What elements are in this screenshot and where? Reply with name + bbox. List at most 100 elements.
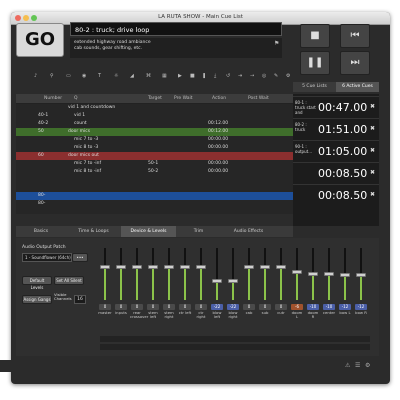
list-icon[interactable]: ☰ [355, 362, 360, 369]
tab-device-levels[interactable]: Device & Levels [121, 226, 176, 237]
header-post-wait[interactable]: Post Wait [248, 96, 269, 101]
start-cue-icon[interactable]: ▶ [178, 73, 182, 79]
fader-knob[interactable] [356, 273, 366, 277]
channel-fader[interactable] [276, 248, 286, 300]
audio-cue-icon[interactable]: ♪ [34, 73, 37, 79]
tab-basics[interactable]: Basics [16, 226, 66, 237]
memo-cue-icon[interactable]: ✎ [274, 73, 278, 79]
channel-fader[interactable] [116, 248, 126, 300]
header-q[interactable]: Q [74, 96, 78, 101]
warning-icon[interactable]: ⚠ [345, 362, 350, 369]
fader-knob[interactable] [308, 272, 318, 276]
tab-active-cues[interactable]: 6 Active Cues [336, 82, 379, 92]
table-row[interactable] [16, 184, 293, 192]
fader-knob[interactable] [276, 265, 286, 269]
fader-knob[interactable] [228, 279, 238, 283]
active-cue[interactable]: 80-2 : truck 01:51.00 ✖ [293, 118, 379, 141]
header-target[interactable]: Target [148, 96, 162, 101]
active-cue[interactable]: 80-1 : truck start and 00:47.00 ✖ [293, 96, 379, 119]
close-icon[interactable]: ✖ [370, 147, 375, 154]
flag-icon[interactable]: ⚑ [274, 40, 279, 47]
fader-knob[interactable] [132, 265, 142, 269]
channel-fader[interactable] [292, 248, 302, 300]
light-cue-icon[interactable]: ☼ [114, 73, 118, 79]
table-row[interactable]: 50 door mics 00:12.00 [16, 128, 293, 136]
mic-cue-icon[interactable]: ⚲ [50, 73, 54, 79]
channel-fader[interactable] [132, 248, 142, 300]
header-action[interactable]: Action [212, 96, 226, 101]
fade-cue-icon[interactable]: ◢ [130, 73, 134, 79]
table-row[interactable]: mic 7 to -3 00:00.00 [16, 136, 293, 144]
pause-icon[interactable]: ❚❚ [300, 51, 330, 75]
table-row[interactable]: 40-2 count 00:12.00 [16, 120, 293, 128]
close-icon[interactable]: ✖ [370, 169, 375, 176]
video-cue-icon[interactable]: ▭ [66, 73, 71, 79]
stop-icon[interactable]: ■ [300, 24, 330, 48]
fader-knob[interactable] [148, 265, 158, 269]
visible-channels-field[interactable]: 16 [74, 295, 86, 304]
channel-fader[interactable] [180, 248, 190, 300]
fader-knob[interactable] [180, 265, 190, 269]
close-icon[interactable]: ✖ [370, 191, 375, 198]
fader-knob[interactable] [244, 265, 254, 269]
header-number[interactable]: Number [44, 96, 62, 101]
cue-notes[interactable]: extended highway road ambiance cab sound… [70, 38, 282, 58]
devamp-cue-icon[interactable]: ⇥ [238, 73, 242, 79]
fader-knob[interactable] [260, 265, 270, 269]
table-row[interactable] [16, 176, 293, 184]
reset-cue-icon[interactable]: ↺ [226, 73, 230, 79]
standby-cue-name[interactable]: 80-2 : truck; drive loop [70, 22, 282, 36]
close-icon[interactable]: ✖ [370, 125, 375, 132]
next-cue-icon[interactable]: ⏭ [340, 51, 370, 75]
goto-cue-icon[interactable]: → [250, 73, 254, 79]
channel-fader[interactable] [340, 248, 350, 300]
fader-knob[interactable] [196, 265, 206, 269]
table-row[interactable]: 80- [16, 200, 293, 208]
network-cue-icon[interactable]: ⌘ [146, 73, 151, 79]
tab-cue-lists[interactable]: 5 Cue Lists [293, 82, 336, 92]
patch-settings-button[interactable]: ••• [72, 253, 88, 262]
camera-cue-icon[interactable]: ◉ [82, 73, 86, 79]
channel-fader[interactable] [228, 248, 238, 300]
table-row[interactable]: mic 8 to -3 00:00.00 [16, 144, 293, 152]
channel-fader[interactable] [100, 248, 110, 300]
midi-cue-icon[interactable]: ▦ [162, 73, 167, 79]
table-row[interactable]: 40-1 vid 1 [16, 112, 293, 120]
channel-fader[interactable] [308, 248, 318, 300]
channel-fader[interactable] [196, 248, 206, 300]
close-icon[interactable]: ✖ [370, 103, 375, 110]
fader-knob[interactable] [116, 265, 126, 269]
channel-fader[interactable] [244, 248, 254, 300]
load-cue-icon[interactable]: ⤓ [214, 73, 216, 79]
go-button[interactable]: GO [16, 23, 64, 57]
table-row[interactable]: 80- [16, 192, 293, 200]
default-levels-button[interactable]: Default Levels [22, 276, 52, 290]
gear-icon[interactable]: ⚙ [365, 362, 370, 369]
audio-output-patch-select[interactable]: 1 - Soundflower (64ch) [22, 253, 72, 262]
set-all-silent-button[interactable]: Set All Silent [54, 276, 84, 285]
fader-knob[interactable] [164, 265, 174, 269]
fader-knob[interactable] [212, 279, 222, 283]
active-cue[interactable]: 00:08.50 ✖ [293, 162, 379, 185]
assign-gangs-button[interactable]: Assign Gangs [22, 295, 52, 304]
active-cue[interactable]: 90-1 : output... 01:05.00 ✖ [293, 140, 379, 163]
text-cue-icon[interactable]: T [98, 73, 101, 79]
channel-fader[interactable] [148, 248, 158, 300]
fader-knob[interactable] [340, 273, 350, 277]
channel-fader[interactable] [212, 248, 222, 300]
script-cue-icon[interactable]: ⚙ [286, 73, 290, 79]
fader-knob[interactable] [292, 270, 302, 274]
header-pre-wait[interactable]: Pre Wait [174, 96, 193, 101]
channel-fader[interactable] [324, 248, 334, 300]
channel-fader[interactable] [164, 248, 174, 300]
channel-fader[interactable] [260, 248, 270, 300]
tab-time-loops[interactable]: Time & Loops [66, 226, 121, 237]
target-cue-icon[interactable]: ◎ [262, 73, 266, 79]
table-row[interactable]: mic 8 to -inf 50-2 00:00.00 [16, 168, 293, 176]
active-cue[interactable]: 00:08.50 ✖ [293, 184, 379, 207]
previous-cue-icon[interactable]: ⏮ [340, 24, 370, 48]
pause-cue-icon[interactable]: ❚ [202, 73, 206, 79]
channel-fader[interactable] [356, 248, 366, 300]
table-row[interactable]: mic 7 to -inf 50-1 00:00.00 [16, 160, 293, 168]
tab-trim[interactable]: Trim [176, 226, 221, 237]
